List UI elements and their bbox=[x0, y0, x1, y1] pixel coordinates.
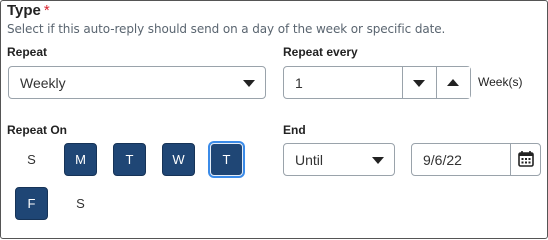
increment-button[interactable] bbox=[436, 67, 470, 98]
calendar-icon bbox=[518, 151, 534, 167]
caret-down-icon bbox=[413, 80, 425, 87]
chevron-down-icon bbox=[372, 157, 384, 164]
type-heading: Type * bbox=[7, 2, 50, 19]
repeat-every-label: Repeat every bbox=[283, 45, 358, 59]
day-saturday-toggle[interactable]: S bbox=[64, 187, 97, 220]
day-friday-toggle[interactable]: F bbox=[15, 187, 48, 220]
repeat-every-value: 1 bbox=[295, 74, 303, 91]
repeat-select[interactable]: Weekly bbox=[8, 66, 266, 99]
end-label: End bbox=[283, 123, 306, 137]
decrement-button[interactable] bbox=[402, 67, 436, 98]
day-monday-toggle[interactable]: M bbox=[64, 143, 97, 176]
type-description: Select if this auto-reply should send on… bbox=[7, 22, 446, 36]
day-sunday-toggle[interactable]: S bbox=[15, 143, 48, 176]
day-wednesday-toggle[interactable]: W bbox=[162, 143, 195, 176]
chevron-down-icon bbox=[243, 80, 255, 87]
end-date-input[interactable]: 9/6/22 bbox=[411, 143, 541, 176]
repeat-every-unit: Week(s) bbox=[478, 75, 523, 89]
caret-up-icon bbox=[447, 79, 459, 86]
end-date-value: 9/6/22 bbox=[423, 151, 462, 168]
day-tuesday-toggle[interactable]: T bbox=[113, 143, 146, 176]
type-title: Type bbox=[7, 2, 41, 19]
repeat-label: Repeat bbox=[7, 45, 48, 59]
end-mode-select[interactable]: Until bbox=[283, 143, 395, 176]
end-mode-value: Until bbox=[295, 151, 324, 168]
repeat-on-label: Repeat On bbox=[7, 123, 68, 137]
required-mark: * bbox=[43, 2, 50, 19]
repeat-value: Weekly bbox=[20, 74, 66, 91]
calendar-button[interactable] bbox=[510, 144, 540, 175]
day-thursday-toggle[interactable]: T bbox=[210, 143, 243, 176]
repeat-every-stepper[interactable]: 1 bbox=[283, 66, 471, 99]
